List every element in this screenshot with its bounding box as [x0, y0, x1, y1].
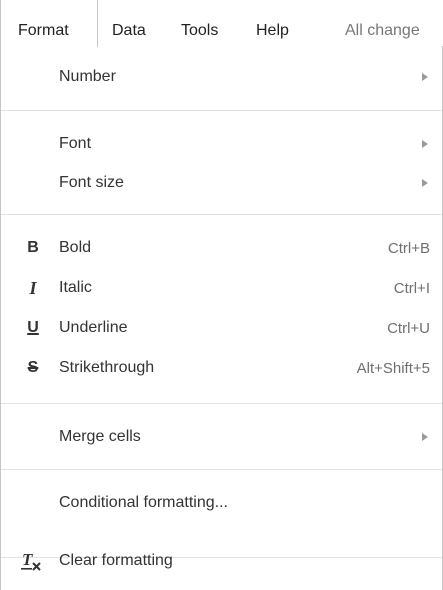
strikethrough-icon: S	[27, 359, 39, 376]
menu-separator	[1, 110, 442, 111]
menu-item-font-size-label: Font size	[59, 174, 124, 191]
bold-shortcut: Ctrl+B	[387, 240, 430, 257]
menubar-data[interactable]: Data	[112, 0, 146, 46]
menu-item-conditional-formatting-label: Conditional formatting...	[59, 494, 228, 511]
clear-formatting-svg: T	[21, 550, 41, 571]
menu-item-clear-formatting-label: Clear formatting	[59, 552, 173, 569]
menu-item-italic[interactable]: I Italic Ctrl+I	[1, 271, 442, 305]
menu-item-strikethrough[interactable]: S Strikethrough Alt+Shift+5	[1, 351, 442, 385]
menu-item-font[interactable]: Font	[1, 127, 442, 161]
bold-icon: B	[27, 239, 39, 256]
menu-item-bold[interactable]: B Bold Ctrl+B	[1, 231, 442, 265]
menu-separator	[1, 403, 442, 404]
format-menu: Number Font Font size B Bold Ctrl+B I It…	[0, 46, 443, 590]
menu-item-merge-cells[interactable]: Merge cells	[1, 420, 442, 454]
menu-item-number-label: Number	[59, 68, 116, 85]
underline-shortcut: Ctrl+U	[387, 320, 430, 337]
menu-item-clear-formatting[interactable]: T Clear formatting	[1, 544, 442, 578]
menubar-format[interactable]: Format	[0, 0, 98, 47]
clear-formatting-icon: T	[19, 550, 43, 572]
menu-item-number[interactable]: Number	[1, 60, 442, 94]
submenu-arrow-icon	[422, 140, 428, 148]
menubar-tools[interactable]: Tools	[181, 0, 218, 46]
strikethrough-shortcut: Alt+Shift+5	[356, 360, 430, 377]
menu-item-underline-label: Underline	[59, 319, 128, 336]
menubar-tools-label: Tools	[181, 22, 219, 39]
save-status-label: All change	[345, 22, 420, 39]
submenu-arrow-icon	[422, 433, 428, 441]
menubar-help-label: Help	[256, 22, 289, 39]
menubar: Format Data Tools Help All change	[0, 0, 443, 47]
menubar-format-label: Format	[18, 22, 69, 39]
menu-item-strikethrough-label: Strikethrough	[59, 359, 155, 376]
menu-item-conditional-formatting[interactable]: Conditional formatting...	[1, 486, 442, 520]
menu-item-underline[interactable]: U Underline Ctrl+U	[1, 311, 442, 345]
underline-icon: U	[27, 319, 39, 336]
menu-item-font-label: Font	[59, 135, 92, 152]
menu-item-bold-label: Bold	[59, 239, 92, 256]
save-status: All change	[345, 0, 420, 46]
italic-icon: I	[29, 278, 37, 298]
menu-separator	[1, 469, 442, 470]
svg-text:T: T	[22, 550, 33, 569]
menu-item-merge-cells-label: Merge cells	[59, 428, 141, 445]
submenu-arrow-icon	[422, 179, 428, 187]
menu-item-italic-label: Italic	[59, 279, 92, 296]
submenu-arrow-icon	[422, 73, 428, 81]
menu-separator	[1, 214, 442, 215]
menubar-help[interactable]: Help	[256, 0, 289, 46]
italic-shortcut: Ctrl+I	[393, 280, 430, 297]
menu-item-font-size[interactable]: Font size	[1, 166, 442, 200]
menubar-data-label: Data	[112, 22, 146, 39]
